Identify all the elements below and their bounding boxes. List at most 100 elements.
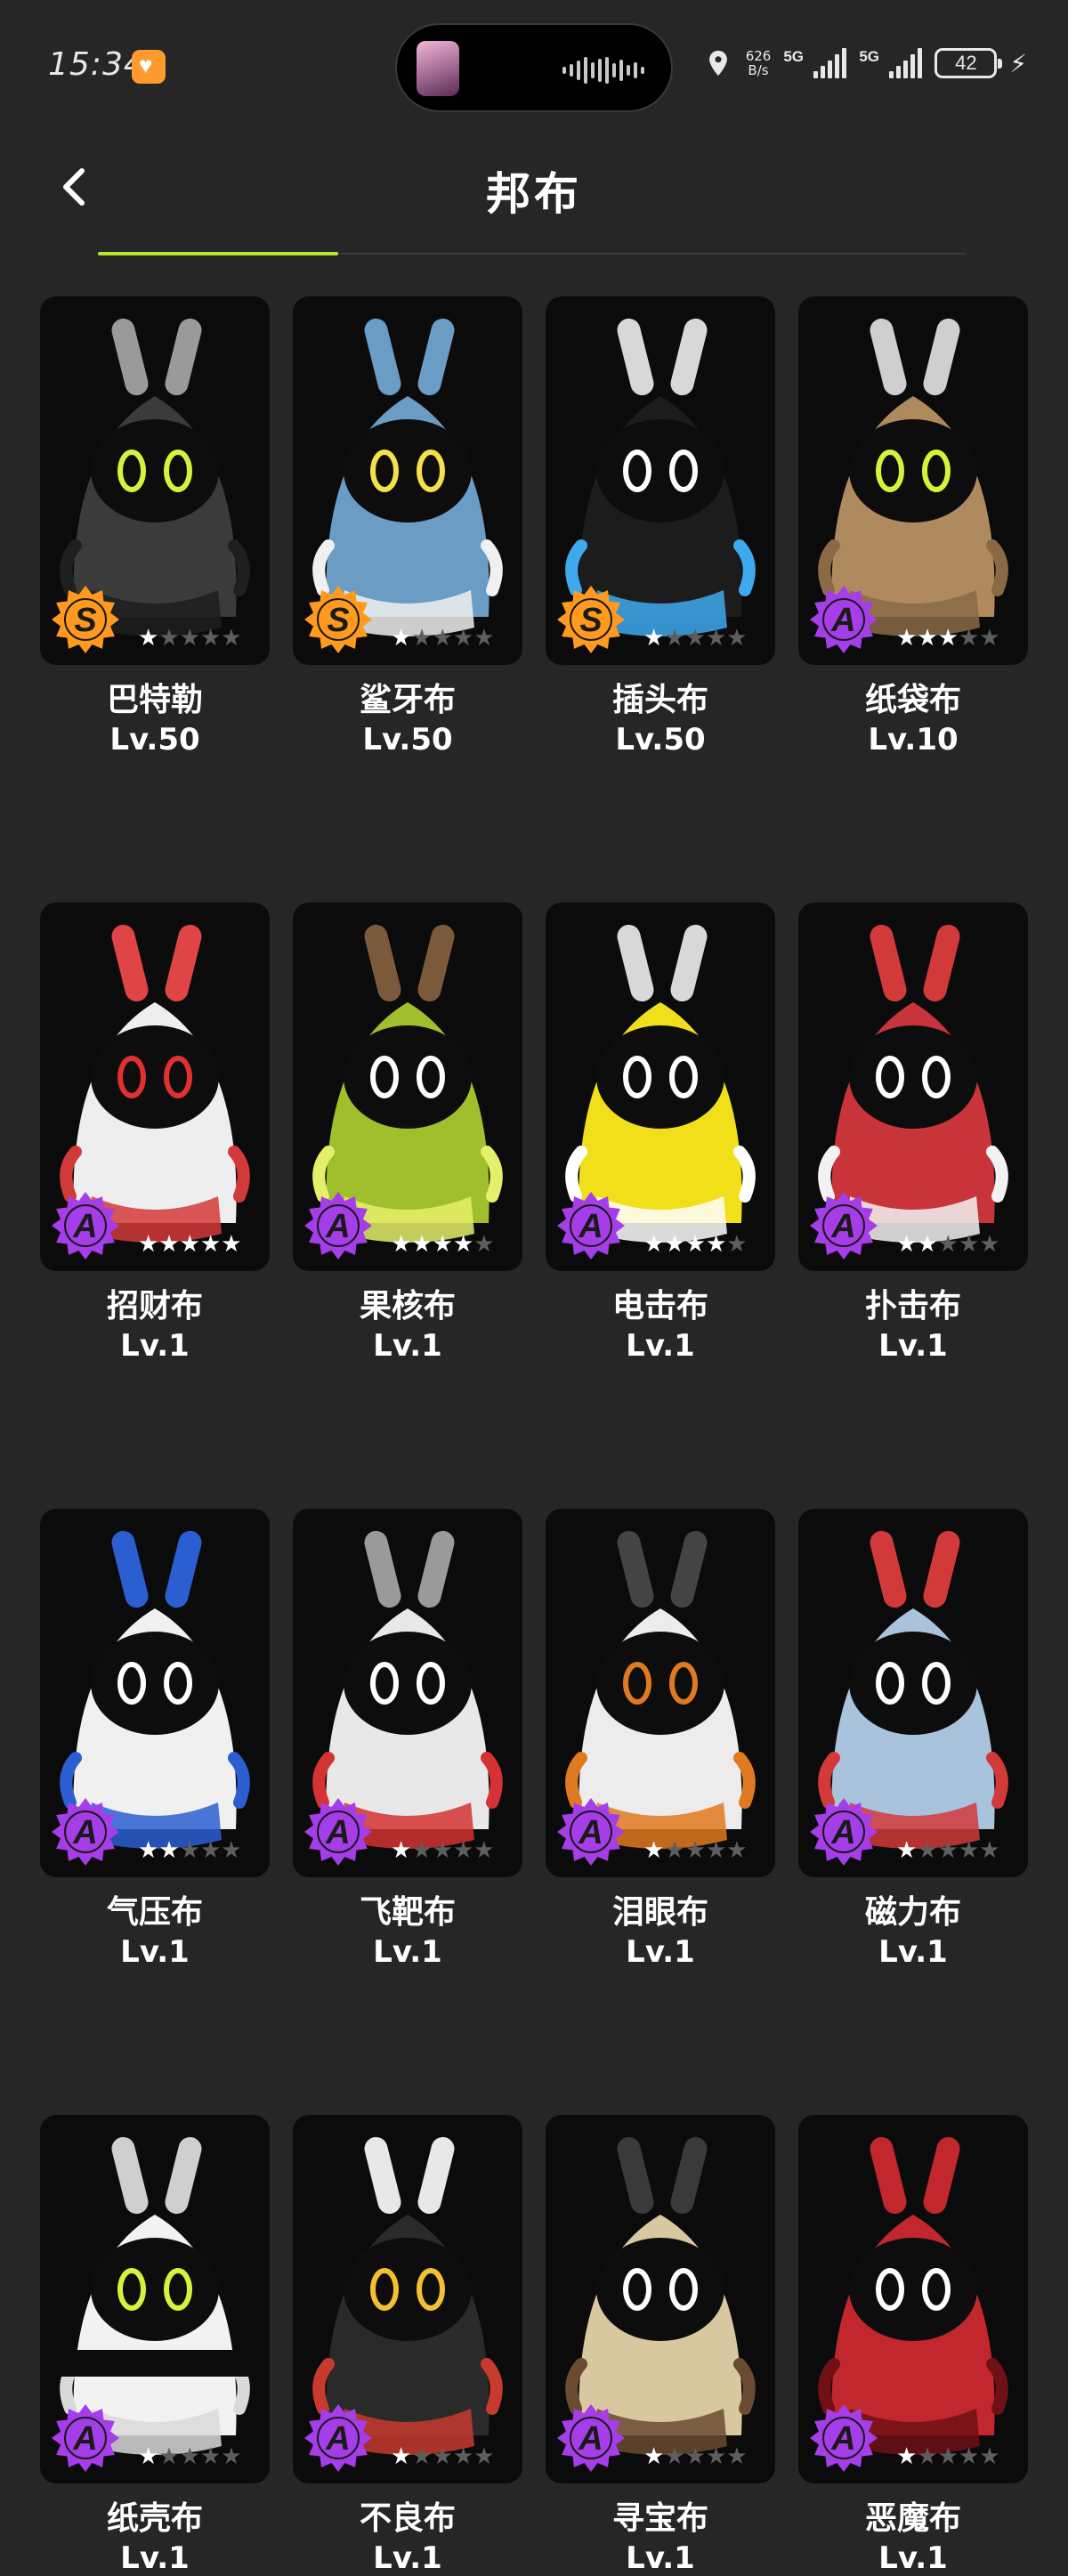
star-rating: ★ ★ ★ ★ ★ [896,2444,1000,2467]
star-icon: ★ [726,1230,748,1257]
star-icon: ★ [138,624,159,651]
bangboo-name: 气压布 [106,1894,203,1931]
bangboo-card[interactable]: A ★ ★ ★ ★ ★ 恶魔布 Lv.1 [798,2115,1028,2576]
bangboo-name: 招财布 [106,1288,203,1324]
header: 邦布 [0,142,1068,231]
star-icon: ★ [896,2442,918,2469]
star-rating: ★ ★ ★ ★ ★ [391,2444,495,2467]
rank-letter: A [72,1814,97,1851]
bangboo-portrait: A ★ ★ ★ ★ ★ [40,1509,270,1877]
bangboo-card[interactable]: S ★ ★ ★ ★ ★ 鲨牙布 Lv.50 [293,296,522,757]
star-icon: ★ [937,2442,959,2469]
bangboo-name: 纸壳布 [106,2500,203,2537]
bangboo-portrait: A ★ ★ ★ ★ ★ [40,2115,270,2483]
rank-badge-icon: A [304,2404,372,2472]
bangboo-grid: S ★ ★ ★ ★ ★ 巴特勒 Lv.50 S ★ ★ ★ ★ ★ 鲨牙布 Lv.50 S ★ ★ ★ ★ ★ 插头布 Lv.… [40,296,1028,2576]
star-icon: ★ [411,1836,433,1863]
bangboo-card[interactable]: A ★ ★ ★ ★ ★ 气压布 Lv.1 [40,1509,270,1970]
star-icon: ★ [432,2442,453,2469]
bangboo-card[interactable]: A ★ ★ ★ ★ ★ 扑击布 Lv.1 [798,903,1028,1364]
bangboo-card[interactable]: A ★ ★ ★ ★ ★ 泪眼布 Lv.1 [546,1509,775,1970]
rank-letter: A [578,2420,603,2458]
bangboo-level: Lv.1 [373,1934,442,1970]
bangboo-card[interactable]: A ★ ★ ★ ★ ★ 果核布 Lv.1 [293,903,522,1364]
star-icon: ★ [411,2442,433,2469]
star-icon: ★ [937,624,959,651]
star-icon: ★ [473,624,495,651]
star-icon: ★ [432,624,453,651]
bangboo-name: 泪眼布 [611,1894,708,1931]
bangboo-card[interactable]: A ★ ★ ★ ★ ★ 招财布 Lv.1 [40,903,270,1364]
star-icon: ★ [411,1230,433,1257]
star-icon: ★ [473,1836,495,1863]
star-icon: ★ [958,624,980,651]
star-icon: ★ [391,1230,412,1257]
rank-badge-icon: A [52,1798,119,1866]
bangboo-card[interactable]: S ★ ★ ★ ★ ★ 插头布 Lv.50 [546,296,775,757]
star-icon: ★ [452,2442,474,2469]
bangboo-card[interactable]: A ★ ★ ★ ★ ★ 磁力布 Lv.1 [798,1509,1028,1970]
page-title: 邦布 [486,169,582,219]
dynamic-island[interactable] [395,23,673,112]
star-icon: ★ [221,624,242,651]
bangboo-card[interactable]: A ★ ★ ★ ★ ★ 寻宝布 Lv.1 [546,2115,775,2576]
star-icon: ★ [452,1836,474,1863]
star-rating: ★ ★ ★ ★ ★ [391,626,495,649]
bangboo-portrait: S ★ ★ ★ ★ ★ [546,296,775,665]
star-icon: ★ [979,2442,1000,2469]
star-icon: ★ [643,1230,665,1257]
star-icon: ★ [705,1836,727,1863]
star-icon: ★ [179,624,200,651]
star-icon: ★ [917,1230,938,1257]
rank-badge-icon: S [557,586,625,653]
rank-letter: S [579,602,602,639]
bangboo-card-partial[interactable] [40,2350,270,2377]
bangboo-level: Lv.1 [626,2540,695,2576]
star-icon: ★ [664,624,685,651]
bangboo-card[interactable]: A ★ ★ ★ ★ ★ 纸袋布 Lv.10 [798,296,1028,757]
star-icon: ★ [179,1836,200,1863]
rank-badge-icon: A [557,2404,625,2472]
bangboo-card[interactable]: A ★ ★ ★ ★ ★ 纸壳布 Lv.1 [40,2115,270,2576]
bangboo-level: Lv.10 [868,722,959,757]
star-icon: ★ [726,624,748,651]
bangboo-name: 磁力布 [864,1894,961,1931]
bangboo-level: Lv.1 [626,1328,695,1364]
tab-indicator [98,252,338,255]
bangboo-level: Lv.1 [120,2540,190,2576]
rank-badge-icon: A [557,1192,625,1260]
bangboo-portrait: A ★ ★ ★ ★ ★ [293,1509,522,1877]
bangboo-card[interactable]: A ★ ★ ★ ★ ★ 飞靶布 Lv.1 [293,1509,522,1970]
star-icon: ★ [199,1230,222,1257]
star-icon: ★ [979,1836,1000,1863]
star-icon: ★ [937,1230,959,1257]
rank-letter: S [327,602,349,639]
star-icon: ★ [896,624,918,651]
bangboo-portrait: A ★ ★ ★ ★ ★ [546,1509,775,1877]
bangboo-card[interactable]: A ★ ★ ★ ★ ★ 电击布 Lv.1 [546,903,775,1364]
star-icon: ★ [452,624,474,651]
bangboo-level: Lv.1 [626,1934,695,1970]
rank-badge-icon: S [52,586,119,653]
bangboo-name: 果核布 [359,1288,456,1324]
rank-letter: S [74,602,96,639]
rank-badge-icon: A [52,1192,119,1260]
star-icon: ★ [917,2442,938,2469]
star-rating: ★ ★ ★ ★ ★ [138,1838,242,1861]
rank-letter: A [325,1814,350,1851]
star-rating: ★ ★ ★ ★ ★ [138,2444,242,2467]
star-icon: ★ [896,1230,918,1257]
network-speed: 626 B/s [745,48,772,78]
rank-badge-icon: A [810,1798,878,1866]
star-rating: ★ ★ ★ ★ ★ [391,1232,495,1255]
charging-icon: ⚡ [1009,49,1027,77]
star-icon: ★ [705,2442,727,2469]
star-icon: ★ [958,2442,980,2469]
bangboo-name: 寻宝布 [611,2500,708,2537]
bangboo-card[interactable]: A ★ ★ ★ ★ ★ 不良布 Lv.1 [293,2115,522,2576]
star-icon: ★ [705,1230,727,1257]
bangboo-portrait: S ★ ★ ★ ★ ★ [293,296,522,665]
bangboo-card[interactable]: S ★ ★ ★ ★ ★ 巴特勒 Lv.50 [40,296,270,757]
bangboo-name: 不良布 [359,2500,456,2537]
star-icon: ★ [684,1836,706,1863]
